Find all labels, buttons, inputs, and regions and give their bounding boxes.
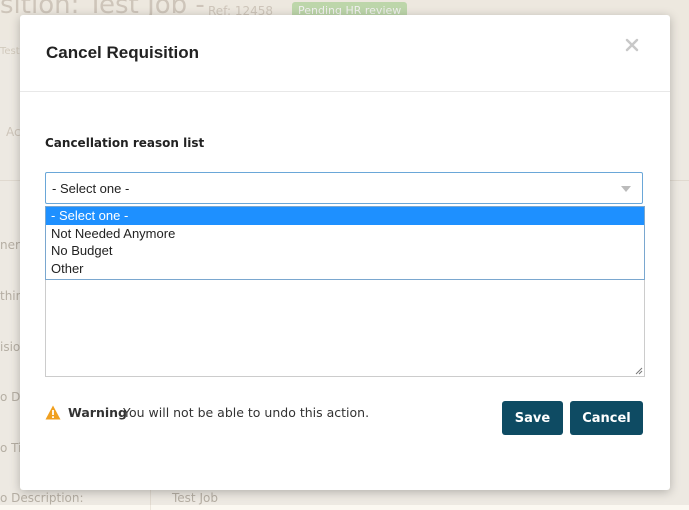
cancellation-reason-dropdown: - Select one - Not Needed Anymore No Bud… bbox=[45, 206, 645, 280]
dropdown-option[interactable]: No Budget bbox=[46, 242, 644, 260]
save-button[interactable]: Save bbox=[502, 401, 563, 435]
cancellation-comment-textarea[interactable] bbox=[45, 277, 645, 377]
dropdown-option[interactable]: Not Needed Anymore bbox=[46, 225, 644, 243]
dropdown-option[interactable]: Other bbox=[46, 260, 644, 278]
select-current-value: - Select one - bbox=[52, 181, 130, 196]
close-icon[interactable] bbox=[624, 37, 640, 53]
warning-icon bbox=[45, 405, 61, 420]
cancel-button[interactable]: Cancel bbox=[570, 401, 643, 435]
warning-text: You will not be able to undo this action… bbox=[123, 405, 370, 420]
cancel-requisition-modal: Cancel Requisition Cancellation reason l… bbox=[20, 15, 670, 490]
modal-title: Cancel Requisition bbox=[46, 43, 200, 62]
cancellation-reason-select[interactable]: - Select one - bbox=[45, 172, 643, 204]
dropdown-option[interactable]: - Select one - bbox=[46, 207, 644, 225]
warning-label: Warning bbox=[68, 405, 127, 420]
resize-handle-icon[interactable] bbox=[635, 367, 643, 375]
chevron-down-icon bbox=[621, 186, 631, 192]
cancellation-reason-label: Cancellation reason list bbox=[45, 136, 205, 150]
modal-header: Cancel Requisition bbox=[20, 15, 670, 92]
